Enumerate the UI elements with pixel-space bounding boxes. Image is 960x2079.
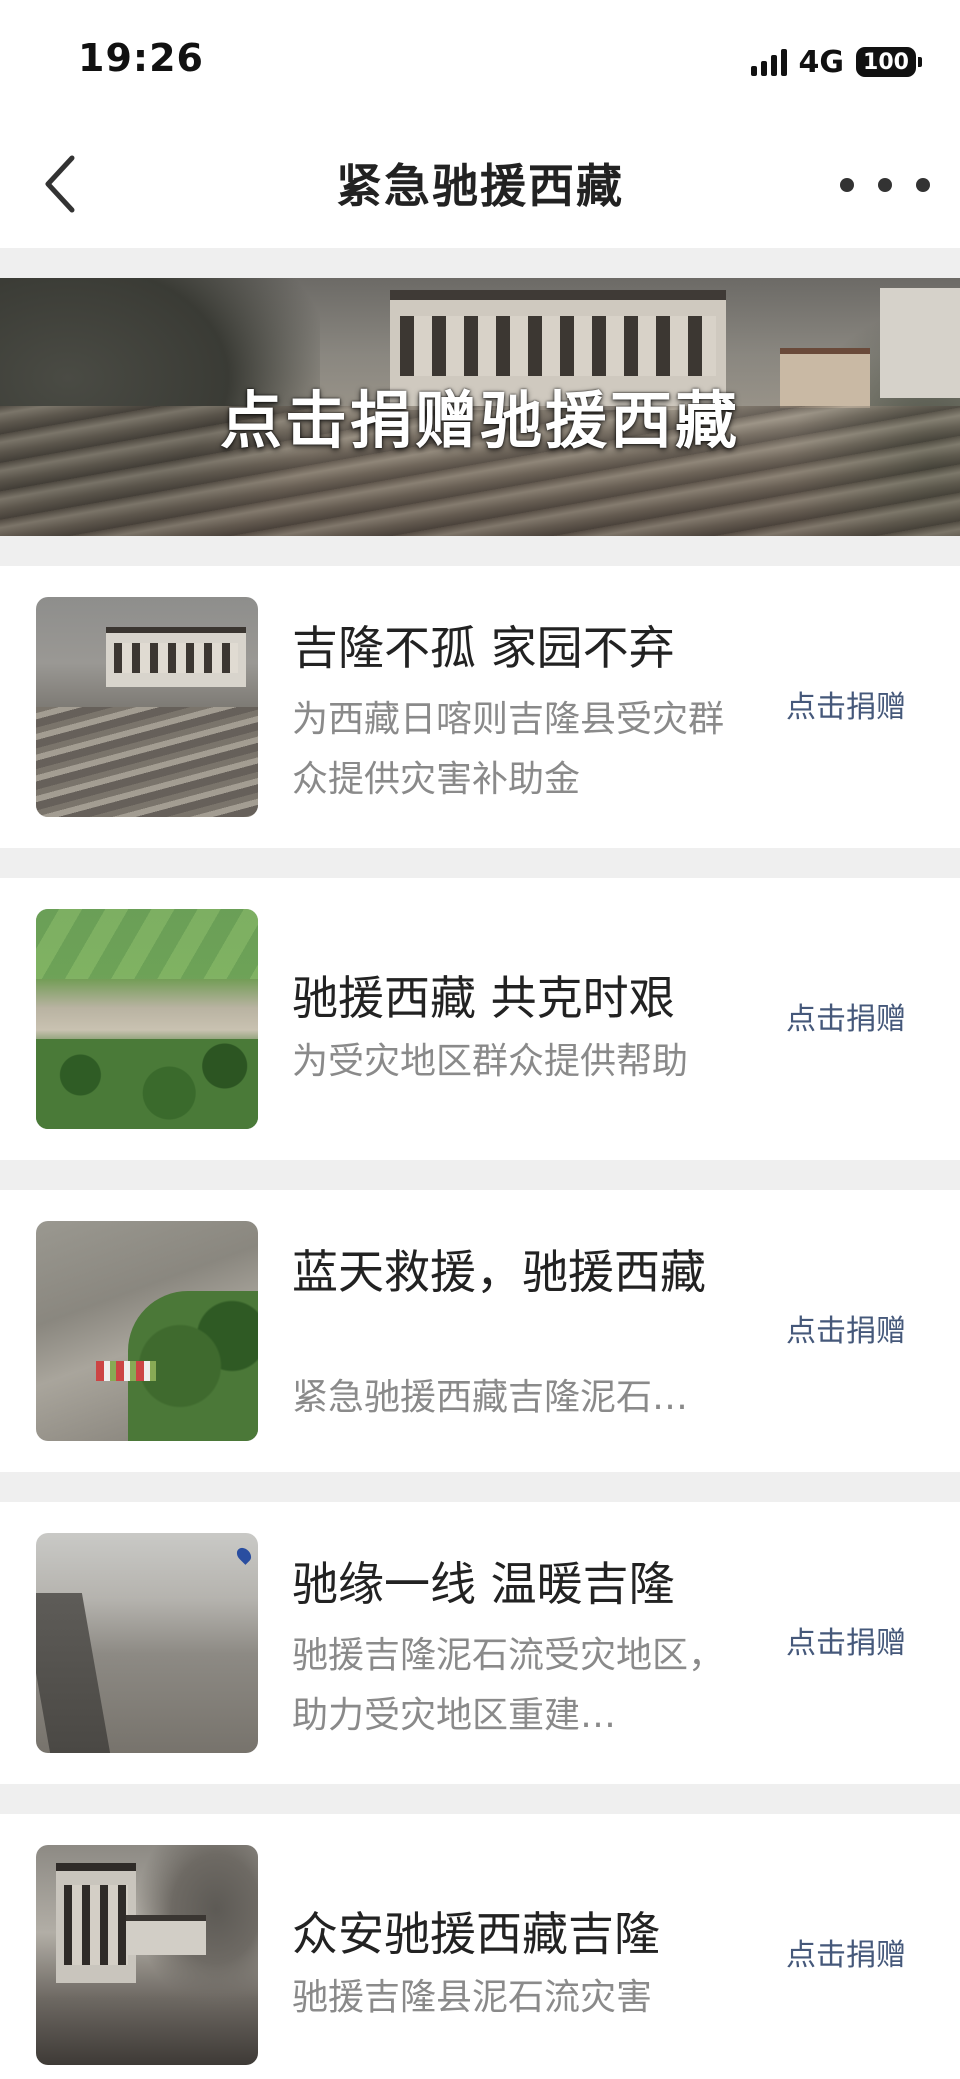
back-button[interactable] [30, 144, 90, 224]
item-thumbnail [36, 909, 258, 1129]
more-horizontal-icon [840, 178, 854, 192]
section-divider [0, 1784, 960, 1814]
item-thumbnail [36, 597, 258, 817]
donate-link[interactable]: 点击捐赠 [786, 994, 906, 1038]
location-pin-icon [234, 1545, 254, 1565]
section-divider [0, 1160, 960, 1190]
item-title: 蓝天救援，驰援西藏 [292, 1245, 706, 1299]
item-description: 驰援吉隆泥石流受灾地区，助力受灾地区重建… [292, 1635, 725, 1736]
item-thumbnail [36, 1845, 258, 2065]
nav-bar: 紧急驰援西藏 [0, 120, 960, 248]
section-divider [0, 848, 960, 878]
donate-link[interactable]: 点击捐赠 [786, 682, 906, 726]
donate-link[interactable]: 点击捐赠 [786, 1618, 906, 1662]
status-bar: 19:26 4G 100 [0, 0, 960, 120]
banner-text: 点击捐赠驰援西藏 [219, 384, 740, 457]
page-title: 紧急驰援西藏 [336, 159, 624, 213]
item-title: 驰缘一线 温暖吉隆 [292, 1557, 675, 1611]
status-time: 19:26 [78, 36, 204, 80]
list-item[interactable]: 驰援西藏 共克时艰 为受灾地区群众提供帮助 点击捐赠 [0, 878, 960, 1160]
item-description: 为西藏日喀则吉隆县受灾群众提供灾害补助金 [292, 699, 725, 800]
item-title: 吉隆不孤 家园不弃 [292, 621, 675, 675]
status-indicators: 4G 100 [750, 42, 922, 82]
network-type: 4G [798, 44, 845, 80]
donate-link[interactable]: 点击捐赠 [786, 1930, 906, 1974]
donate-link[interactable]: 点击捐赠 [786, 1306, 906, 1350]
section-divider [0, 1472, 960, 1502]
section-divider [0, 248, 960, 278]
list-item[interactable]: 驰缘一线 温暖吉隆 驰援吉隆泥石流受灾地区，助力受灾地区重建… 点击捐赠 [0, 1502, 960, 1784]
more-options-button[interactable] [840, 160, 930, 210]
item-thumbnail [36, 1533, 258, 1753]
item-title: 驰援西藏 共克时艰 [292, 971, 675, 1025]
item-description: 驰援吉隆县泥石流灾害 [292, 1977, 653, 2018]
section-divider [0, 536, 960, 566]
donate-banner[interactable]: 点击捐赠驰援西藏 [0, 278, 960, 536]
item-thumbnail [36, 1221, 258, 1441]
list-item[interactable]: 蓝天救援，驰援西藏 紧急驰援西藏吉隆泥石… 点击捐赠 [0, 1190, 960, 1472]
cellular-signal-icon [750, 48, 787, 76]
item-description: 紧急驰援西藏吉隆泥石… [292, 1377, 689, 1418]
list-item[interactable]: 吉隆不孤 家园不弃 为西藏日喀则吉隆县受灾群众提供灾害补助金 点击捐赠 [0, 566, 960, 848]
item-title: 众安驰援西藏吉隆 [292, 1907, 660, 1961]
chevron-left-icon [45, 155, 75, 213]
item-description: 为受灾地区群众提供帮助 [292, 1041, 689, 1082]
battery-icon: 100 [856, 47, 922, 77]
list-item[interactable]: 众安驰援西藏吉隆 驰援吉隆县泥石流灾害 点击捐赠 [0, 1814, 960, 2079]
